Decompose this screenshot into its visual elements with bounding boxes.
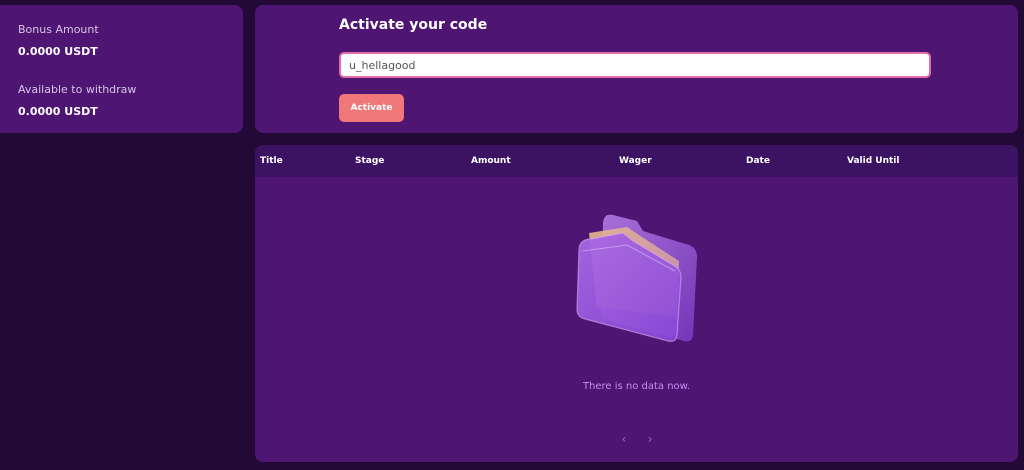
bonus-page: Bonus Amount 0.0000 USDT Available to wi… — [0, 0, 1024, 470]
bonus-amount-value: 0.0000 USDT — [18, 45, 98, 58]
table-header: Title Stage Amount Wager Date Valid Unti… — [255, 145, 1018, 177]
activate-code-title: Activate your code — [339, 17, 488, 33]
activate-button[interactable]: Activate — [339, 94, 404, 122]
pagination-next-button[interactable]: › — [643, 431, 657, 447]
column-header-stage: Stage — [355, 156, 385, 166]
bonus-amount-label: Bonus Amount — [18, 23, 99, 36]
available-withdraw-value: 0.0000 USDT — [18, 105, 98, 118]
bonus-table: Title Stage Amount Wager Date Valid Unti… — [255, 145, 1018, 462]
empty-state-text: There is no data now. — [582, 381, 691, 392]
column-header-wager: Wager — [619, 156, 652, 166]
column-header-valid-until: Valid Until — [847, 156, 900, 166]
column-header-date: Date — [746, 156, 770, 166]
pagination-prev-button[interactable]: ‹ — [617, 431, 631, 447]
balance-card: Bonus Amount 0.0000 USDT Available to wi… — [0, 5, 243, 133]
folder-icon — [567, 211, 703, 347]
promo-code-input[interactable] — [339, 52, 931, 78]
activate-code-card: Activate your code Activate — [255, 5, 1018, 133]
column-header-amount: Amount — [471, 156, 511, 166]
column-header-title: Title — [260, 156, 283, 166]
available-withdraw-label: Available to withdraw — [18, 83, 137, 96]
